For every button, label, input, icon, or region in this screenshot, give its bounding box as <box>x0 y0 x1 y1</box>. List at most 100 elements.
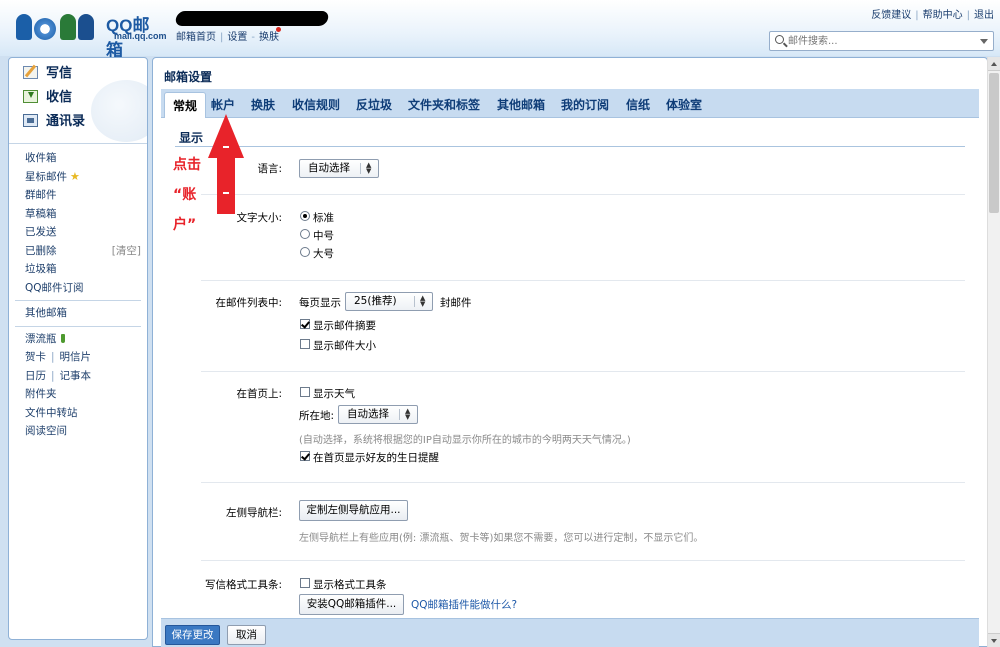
birthday-reminder-checkbox[interactable] <box>300 451 310 461</box>
save-button[interactable]: 保存更改 <box>165 625 220 645</box>
language-select[interactable]: 自动选择 ▲ ▼ <box>299 159 379 178</box>
sidebar-item-other-mail[interactable]: 其他邮箱 <box>25 304 147 323</box>
left-nav-hint: 左侧导航栏上有些应用(例: 漂流瓶、贺卡等)如果您不需要，您可以进行定制，不显示… <box>299 533 704 544</box>
sidebar-item-sent[interactable]: 已发送 <box>25 223 147 242</box>
location-select[interactable]: 自动选择 ▲ ▼ <box>338 405 418 424</box>
per-page-suffix: 封邮件 <box>440 297 472 309</box>
show-size-checkbox[interactable] <box>300 339 310 349</box>
annotation-line: “账 <box>173 187 197 203</box>
font-size-large-label: 大号 <box>313 248 334 260</box>
updown-icon: ▲ ▼ <box>420 294 426 308</box>
apps-list: 漂流瓶 贺卡 | 明信片 日历 | 记事本 附件夹 文件中转站 阅读空间 <box>9 330 147 441</box>
per-page-select[interactable]: 25(推荐) ▲ ▼ <box>345 292 433 311</box>
show-weather-label: 显示天气 <box>313 388 355 400</box>
search-icon <box>775 35 784 44</box>
settings-panel: 邮箱设置 常规 帐户 换肤 收信规则 反垃圾 文件夹和标签 其他邮箱 我的订阅 … <box>152 57 988 647</box>
annotation-line: 点击 <box>173 157 201 173</box>
logo-figure-icon <box>78 14 94 40</box>
tab-folders-labels[interactable]: 文件夹和标签 <box>408 94 480 116</box>
font-size-medium-radio[interactable] <box>300 229 310 239</box>
tab-skin[interactable]: 换肤 <box>251 94 275 116</box>
sidebar-item-calendar[interactable]: 日历 | 记事本 <box>25 367 147 386</box>
tab-other-mail[interactable]: 其他邮箱 <box>497 94 545 116</box>
sidebar-item-starred[interactable]: 星标邮件 ★ <box>25 168 147 187</box>
inbox-icon <box>23 90 38 103</box>
sidebar-item-group-mail[interactable]: 群邮件 <box>25 186 147 205</box>
font-size-medium-label: 中号 <box>313 230 334 242</box>
row-divider <box>201 482 965 483</box>
sidebar-item-drift-bottle[interactable]: 漂流瓶 <box>25 330 147 349</box>
mail-search-input[interactable] <box>788 34 968 48</box>
scroll-up-icon[interactable] <box>988 57 1000 71</box>
tab-anti-spam[interactable]: 反垃圾 <box>356 94 392 116</box>
show-summary-checkbox[interactable] <box>300 319 310 329</box>
scroll-down-icon[interactable] <box>988 633 1000 647</box>
chevron-down-icon[interactable] <box>980 39 988 44</box>
sidebar-decoration <box>91 80 147 142</box>
sidebar-divider <box>15 325 141 327</box>
row-divider <box>201 280 965 281</box>
show-summary-label: 显示邮件摘要 <box>313 320 376 332</box>
logo-ball-icon <box>34 18 56 40</box>
show-size-label: 显示邮件大小 <box>313 340 376 352</box>
sidebar-item-file-transfer[interactable]: 文件中转站 <box>25 404 147 423</box>
show-weather-checkbox[interactable] <box>300 387 310 397</box>
sidebar-item-inbox[interactable]: 收件箱 <box>25 149 147 168</box>
card-link[interactable]: 贺卡 <box>25 351 46 363</box>
write-label: 写信 <box>46 66 73 81</box>
annotation-arrow-icon <box>208 114 244 214</box>
postcard-link[interactable]: 明信片 <box>60 351 92 363</box>
contacts-button[interactable]: 通讯录 <box>23 112 85 132</box>
updown-icon: ▲ ▼ <box>405 407 411 421</box>
left-sidebar: 写信 收信 通讯录 收件箱 星标邮件 ★ 群邮件 草稿箱 已发送 已删除 [清空] … <box>8 57 148 640</box>
sidebar-item-drafts[interactable]: 草稿箱 <box>25 205 147 224</box>
tab-account[interactable]: 帐户 <box>211 94 235 116</box>
customize-left-nav-button[interactable]: 定制左侧导航应用... <box>299 500 408 521</box>
skin-link[interactable]: 换肤 <box>259 32 279 43</box>
sidebar-item-deleted[interactable]: 已删除 [清空] <box>25 242 147 261</box>
tab-general[interactable]: 常规 <box>164 92 207 118</box>
homepage-label: 在首页上: <box>236 388 282 400</box>
home-link[interactable]: 邮箱首页 <box>176 32 216 43</box>
header-right-links: 反馈建议 | 帮助中心 | 退出 <box>871 10 994 21</box>
receive-mail-button[interactable]: 收信 <box>23 88 72 108</box>
contacts-icon <box>23 114 38 127</box>
updown-icon: ▲ ▼ <box>366 161 372 175</box>
font-size-standard-radio[interactable] <box>300 211 310 221</box>
tab-subscriptions[interactable]: 我的订阅 <box>561 94 609 116</box>
sidebar-item-card[interactable]: 贺卡 | 明信片 <box>25 348 147 367</box>
clear-deleted-link[interactable]: [清空] <box>112 242 141 261</box>
top-header: QQ邮箱 mail.qq.com 邮箱首页 | 设置 - 换肤 反馈建议 | 帮助中心 | 退出 <box>0 0 1000 60</box>
bottle-icon <box>60 333 65 343</box>
write-mail-button[interactable]: 写信 <box>23 64 72 84</box>
calendar-link[interactable]: 日历 <box>25 370 46 382</box>
tab-lab[interactable]: 体验室 <box>666 94 702 116</box>
left-nav-label: 左侧导航栏: <box>225 507 282 519</box>
redacted-account-name <box>174 11 330 26</box>
per-page-prefix: 每页显示 <box>299 297 341 309</box>
sidebar-item-subscriptions[interactable]: QQ邮件订阅 <box>25 279 147 298</box>
mail-search-box[interactable] <box>769 31 994 51</box>
install-plugin-button[interactable]: 安装QQ邮箱插件... <box>299 594 404 615</box>
sidebar-item-reading[interactable]: 阅读空间 <box>25 422 147 441</box>
cancel-button[interactable]: 取消 <box>227 625 266 645</box>
tab-stationery[interactable]: 信纸 <box>626 94 650 116</box>
feedback-link[interactable]: 反馈建议 <box>871 10 911 21</box>
plugin-info-link[interactable]: QQ邮箱插件能做什么? <box>411 597 517 612</box>
star-icon: ★ <box>70 169 80 183</box>
sidebar-item-spam[interactable]: 垃圾箱 <box>25 260 147 279</box>
notes-link[interactable]: 记事本 <box>60 370 92 382</box>
scroll-thumb[interactable] <box>989 73 999 213</box>
font-size-large-radio[interactable] <box>300 247 310 257</box>
tab-mail-rules[interactable]: 收信规则 <box>292 94 340 116</box>
help-link[interactable]: 帮助中心 <box>923 10 963 21</box>
contacts-label: 通讯录 <box>46 114 86 129</box>
settings-link[interactable]: 设置 <box>227 32 247 43</box>
logout-link[interactable]: 退出 <box>974 10 994 21</box>
sidebar-item-attachments[interactable]: 附件夹 <box>25 385 147 404</box>
page-scrollbar[interactable] <box>987 57 1000 647</box>
show-toolbar-checkbox[interactable] <box>300 578 310 588</box>
weather-hint: (自动选择，系统将根据您的IP自动显示你所在的城市的今明两天天气情况。) <box>299 435 631 446</box>
qq-mail-logo[interactable]: QQ邮箱 mail.qq.com <box>14 8 167 60</box>
section-divider <box>175 146 965 147</box>
